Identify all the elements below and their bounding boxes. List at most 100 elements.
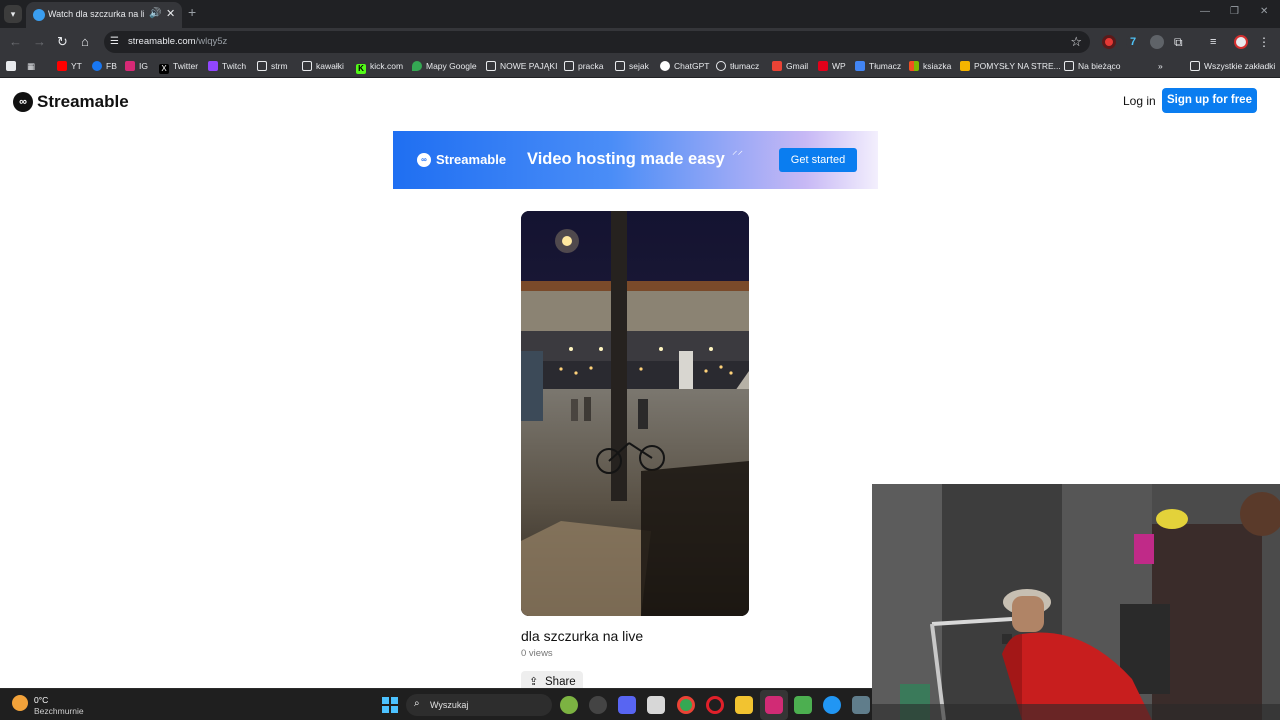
bookmark-yt[interactable]: YT — [57, 61, 82, 71]
webcam-overlay — [872, 484, 1280, 720]
discord-icon[interactable] — [618, 696, 636, 714]
back-icon[interactable]: ← — [9, 34, 22, 50]
search-placeholder: Wyszukaj — [430, 700, 469, 710]
infinity-logo-icon: ∞ — [417, 153, 431, 167]
close-window-icon[interactable]: ✕ — [1260, 6, 1268, 17]
chrome-icon[interactable] — [677, 696, 695, 714]
bookmarks-bar: ▦ YT FB IG X Twitter Twitch strm kawałki … — [0, 56, 1280, 78]
edge-browser-icon[interactable] — [560, 696, 578, 714]
close-tab-icon[interactable]: ✕ — [166, 7, 175, 20]
record-extension-icon[interactable] — [1102, 35, 1116, 49]
video-player[interactable] — [521, 211, 749, 616]
get-started-button[interactable]: Get started — [779, 148, 857, 172]
bookmark-folder-nowe-pajaki[interactable]: NOWE PAJĄKI — [486, 61, 557, 71]
address-bar[interactable]: ☰ streamable.com/wlqy5z ☆ — [104, 31, 1090, 53]
bookmark-twitch[interactable]: Twitch — [208, 61, 246, 71]
minimize-icon[interactable]: — — [1200, 6, 1210, 17]
all-bookmarks[interactable]: Wszystkie zakładki — [1190, 61, 1275, 71]
folder-icon — [486, 61, 496, 71]
home-icon[interactable]: ⌂ — [81, 34, 89, 50]
seven-tv-extension-icon[interactable]: 7 — [1126, 35, 1140, 49]
folder-icon — [1190, 61, 1200, 71]
file-explorer-icon[interactable] — [735, 696, 753, 714]
tab-search-chevron-icon[interactable]: ▾ — [4, 5, 22, 23]
reload-icon[interactable]: ↻ — [57, 34, 68, 50]
weather-temperature[interactable]: 0°C — [34, 695, 48, 705]
speaker-icon[interactable]: 🔊 — [149, 8, 161, 19]
apps-grid-icon[interactable]: ▦ — [27, 61, 35, 72]
signup-button[interactable]: Sign up for free — [1162, 88, 1257, 113]
bookmark-pomysly[interactable]: POMYSŁY NA STRE... — [960, 61, 1061, 71]
search-icon: ⌕ — [414, 698, 420, 709]
bookmark-label: Gmail — [786, 61, 809, 71]
bookmark-chatgpt[interactable]: ChatGPT — [660, 61, 709, 71]
globe-app-icon[interactable] — [823, 696, 841, 714]
bookmark-wp[interactable]: WP — [818, 61, 846, 71]
windows-start-icon[interactable] — [382, 697, 398, 713]
bookmark-ig[interactable]: IG — [125, 61, 148, 71]
folder-icon — [615, 61, 625, 71]
weather-condition[interactable]: Bezchmurnie — [34, 706, 84, 716]
bookmark-folder-kawalki[interactable]: kawałki — [302, 61, 344, 71]
url-text[interactable]: streamable.com/wlqy5z — [128, 36, 227, 47]
browser-tab[interactable]: Watch dla szczurka na live | 🔊 ✕ — [26, 2, 182, 28]
stack-app-icon[interactable] — [794, 696, 812, 714]
microsoft-icon — [909, 61, 919, 71]
chatgpt-icon — [660, 61, 670, 71]
media-controls-icon[interactable]: ≡ — [1210, 35, 1224, 49]
maximize-icon[interactable]: ❐ — [1230, 6, 1239, 17]
profile-avatar[interactable] — [1234, 35, 1248, 49]
ad-banner[interactable]: ∞ Streamable Video hosting made easy ⸝⸝ … — [393, 131, 878, 189]
bookmark-label: kick.com — [370, 61, 404, 71]
folder-icon — [257, 61, 267, 71]
bookmark-label: POMYSŁY NA STRE... — [974, 61, 1061, 71]
bookmark-fb[interactable]: FB — [92, 61, 117, 71]
bookmark-gmail[interactable]: Gmail — [772, 61, 808, 71]
twitch-icon — [208, 61, 218, 71]
bookmark-label: tłumacz — [730, 61, 760, 71]
opera-icon[interactable] — [706, 696, 724, 714]
bookmark-label: NOWE PAJĄKI — [500, 61, 558, 71]
taskbar-search-input[interactable]: ⌕ Wyszukaj — [406, 694, 552, 716]
streamlabs-icon[interactable] — [765, 696, 783, 714]
bookmark-translate[interactable]: Tłumacz — [855, 61, 901, 71]
photos-app-icon[interactable] — [647, 696, 665, 714]
bookmark-label: ChatGPT — [674, 61, 710, 71]
bookmark-folder-na-biezaco[interactable]: Na bieżąco — [1064, 61, 1121, 71]
bookmark-tlumacz[interactable]: tłumacz — [716, 61, 759, 71]
wp-icon — [818, 61, 828, 71]
tab-strip: ▾ Watch dla szczurka na live | 🔊 ✕ + — ❐… — [0, 0, 1280, 28]
tab-groups-icon[interactable] — [6, 61, 20, 71]
login-link[interactable]: Log in — [1123, 94, 1156, 108]
bookmark-folder-strm[interactable]: strm — [257, 61, 288, 71]
share-icon: ⇪ — [529, 676, 539, 688]
bookmark-folder-pracka[interactable]: pracka — [564, 61, 604, 71]
calculator-icon[interactable] — [852, 696, 870, 714]
share-button[interactable]: ⇪ Share — [521, 671, 583, 688]
video-frame — [521, 211, 749, 616]
bookmark-folder-sejak[interactable]: sejak — [615, 61, 649, 71]
bookmark-label: WP — [832, 61, 846, 71]
bookmark-label: FB — [106, 61, 117, 71]
doc-icon — [960, 61, 970, 71]
bookmark-kick[interactable]: Kkick.com — [356, 61, 403, 74]
puzzle-extensions-icon[interactable]: ⧉ — [1174, 35, 1188, 49]
new-tab-icon[interactable]: + — [188, 4, 196, 20]
more-bookmarks-icon[interactable]: » — [1158, 61, 1163, 71]
bookmark-twitter[interactable]: X Twitter — [159, 61, 198, 74]
bookmark-label: kawałki — [316, 61, 344, 71]
bookmark-maps[interactable]: Mapy Google — [412, 61, 477, 71]
tab-title: Watch dla szczurka na live | — [48, 9, 144, 19]
forward-icon[interactable]: → — [33, 34, 46, 50]
settings-gear-icon[interactable] — [589, 696, 607, 714]
bookmark-label: YT — [71, 61, 82, 71]
menu-kebab-icon[interactable]: ⋮ — [1258, 35, 1272, 49]
bookmark-ksiazka[interactable]: ksiazka — [909, 61, 951, 71]
weather-moon-icon[interactable] — [12, 695, 28, 711]
translate-icon — [855, 61, 865, 71]
bookmark-label: Mapy Google — [426, 61, 477, 71]
extension-icon[interactable] — [1150, 35, 1164, 49]
site-info-icon[interactable]: ☰ — [110, 36, 119, 47]
url-host: streamable.com — [128, 36, 196, 47]
bookmark-star-icon[interactable]: ☆ — [1070, 34, 1082, 50]
